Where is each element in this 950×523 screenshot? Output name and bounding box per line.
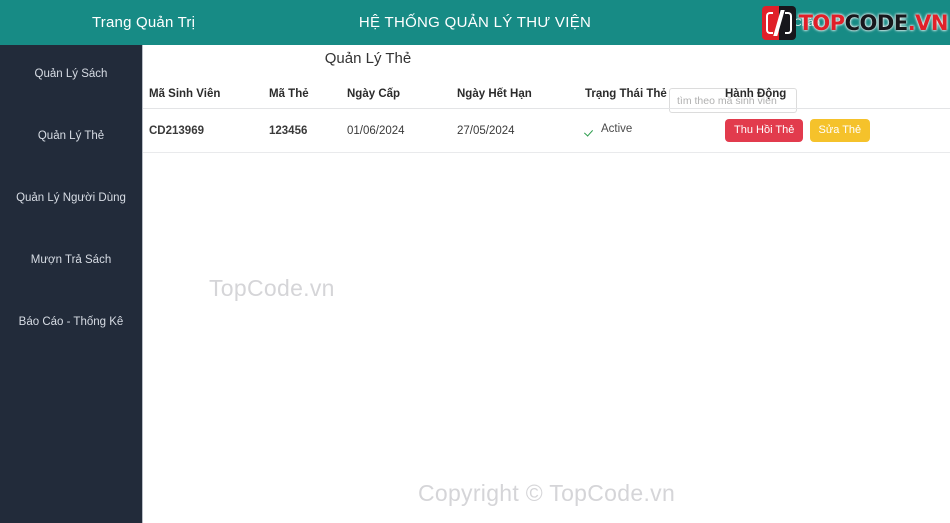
sidebar-item-quan-ly-nguoi-dung[interactable]: Quản Lý Người Dùng	[0, 192, 142, 204]
sidebar-item-quan-ly-the[interactable]: Quản Lý Thẻ	[0, 130, 142, 142]
logo-text-code: CODE	[844, 10, 909, 35]
cell-ngay-cap: 01/06/2024	[347, 108, 457, 154]
column-header-hanh-dong: Hành Động	[725, 70, 950, 109]
status-label: Active	[601, 123, 633, 136]
watermark-copyright: Copyright © TopCode.vn	[417, 480, 676, 506]
cell-trang-thai-the: Active	[585, 108, 725, 154]
cards-table: Mã Sinh Viên Mã Thẻ Ngày Cấp Ngày Hết Hạ…	[143, 70, 950, 154]
table-header: Mã Sinh Viên Mã Thẻ Ngày Cấp Ngày Hết Hạ…	[143, 70, 950, 109]
topcode-watermark-logo: TOPCODE.VN	[761, 5, 949, 41]
cell-ngay-het-han: 27/05/2024	[457, 108, 585, 154]
top-header-bar: Trang Quản Trị HỆ THỐNG QUẢN LÝ THƯ VIỆN…	[0, 0, 950, 45]
sidebar-item-bao-cao-thong-ke[interactable]: Báo Cáo - Thống Kê	[0, 316, 142, 328]
logo-text-vn: .VN	[907, 10, 949, 35]
cell-ma-the: 123456	[269, 108, 347, 154]
table-row: CD213969 123456 01/06/2024 27/05/2024 Ac…	[143, 108, 950, 154]
column-header-ma-sinh-vien: Mã Sinh Viên	[143, 70, 269, 109]
check-icon	[585, 124, 596, 135]
table-header-row: Mã Sinh Viên Mã Thẻ Ngày Cấp Ngày Hết Hạ…	[143, 70, 950, 109]
sidebar-nav: Quản Lý Sách Quản Lý Thẻ Quản Lý Người D…	[0, 45, 142, 523]
status-badge: Active	[585, 123, 632, 135]
table-body: CD213969 123456 01/06/2024 27/05/2024 Ac…	[143, 108, 950, 154]
column-header-trang-thai-the: Trạng Thái Thẻ	[585, 70, 725, 109]
cell-ma-sinh-vien: CD213969	[143, 108, 269, 154]
sidebar-item-muon-tra-sach[interactable]: Mượn Trả Sách	[0, 254, 142, 266]
edit-card-button[interactable]: Sửa Thẻ	[809, 119, 871, 143]
page-title: Quản Lý Thẻ	[324, 50, 412, 67]
code-braces-icon	[761, 6, 796, 40]
sidebar-item-quan-ly-sach[interactable]: Quản Lý Sách	[0, 68, 142, 80]
watermark-middle: TopCode.vn	[209, 275, 335, 301]
column-header-ngay-het-han: Ngày Hết Hạn	[457, 70, 585, 109]
revoke-card-button[interactable]: Thu Hồi Thẻ	[725, 119, 804, 143]
logo-text-top: TOP	[798, 10, 846, 35]
topcode-wordmark: TOPCODE.VN	[798, 10, 949, 35]
main-content: Quản Lý Thẻ Mã Sinh Viên Mã Thẻ Ngày Cấp…	[142, 45, 950, 523]
cell-hanh-dong: Thu Hồi Thẻ Sửa Thẻ	[725, 108, 950, 154]
column-header-ma-the: Mã Thẻ	[269, 70, 347, 109]
column-header-ngay-cap: Ngày Cấp	[347, 70, 457, 109]
